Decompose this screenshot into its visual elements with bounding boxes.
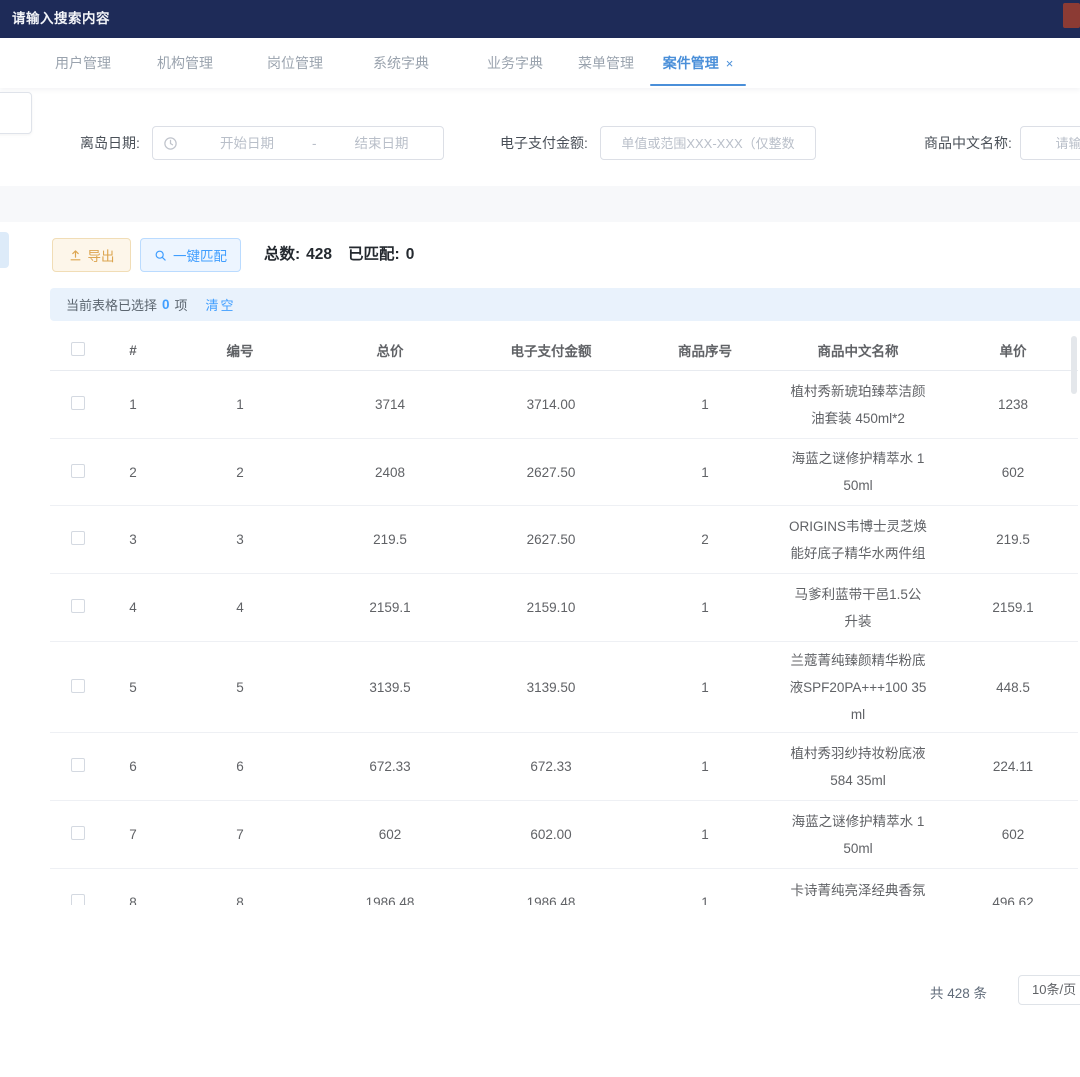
product-name: 卡诗菁纯亮泽经典香氛 — [788, 877, 928, 904]
table-row: 5 5 3139.5 3139.50 1 兰蔻菁纯臻颜精华粉底液SPF20PA+… — [50, 642, 1078, 733]
tab-menu-management[interactable]: 菜单管理 — [578, 38, 634, 88]
header-price: 单价 — [948, 340, 1078, 360]
top-navbar: 请输入搜索内容 — [0, 0, 1080, 38]
tab-case-management[interactable]: 案件管理 × — [650, 38, 746, 88]
detached-panel-fragment — [0, 92, 32, 134]
tab-user-management[interactable]: 用户管理 — [55, 38, 111, 88]
global-search-input[interactable]: 请输入搜索内容 — [12, 7, 110, 27]
row-checkbox[interactable] — [71, 679, 85, 693]
page-size-select[interactable]: 10条/页 — [1018, 975, 1080, 1005]
row-checkbox[interactable] — [71, 464, 85, 478]
epay-amount-field-wrap — [600, 126, 816, 160]
product-name-label: 商品中文名称: — [924, 133, 1012, 153]
export-icon — [69, 249, 82, 262]
matched-label: 已匹配: — [348, 246, 400, 263]
tab-case-management-label: 案件管理 — [663, 55, 719, 71]
date-separator: - — [308, 136, 321, 151]
end-date-input[interactable] — [321, 135, 443, 152]
search-icon — [154, 249, 167, 262]
tab-system-dict[interactable]: 系统字典 — [373, 38, 429, 88]
table-scrollbar[interactable] — [1071, 336, 1077, 394]
section-divider-band — [0, 186, 1080, 222]
active-tab-underline — [650, 84, 746, 86]
date-range-picker[interactable]: - — [152, 126, 444, 160]
row-checkbox[interactable] — [71, 758, 85, 772]
product-name: 植村秀新琥珀臻萃洁颜油套装 450ml*2 — [788, 378, 928, 432]
header-epay: 电子支付金额 — [460, 340, 642, 360]
tab-post-management[interactable]: 岗位管理 — [267, 38, 323, 88]
header-seq: 商品序号 — [642, 340, 768, 360]
export-button[interactable]: 导出 — [52, 238, 131, 272]
selection-info-bar: 当前表格已选择 0 项 清空 — [50, 288, 1080, 321]
tab-business-dict[interactable]: 业务字典 — [487, 38, 543, 88]
selection-suffix: 项 — [175, 295, 188, 314]
row-checkbox[interactable] — [71, 396, 85, 410]
epay-amount-input[interactable] — [601, 127, 815, 159]
count-summary: 总数: 428 已匹配: 0 — [264, 238, 420, 272]
tab-org-management[interactable]: 机构管理 — [157, 38, 213, 88]
header-code: 编号 — [160, 340, 320, 360]
row-checkbox[interactable] — [71, 599, 85, 613]
page-size-value: 10条/页 — [1032, 982, 1076, 997]
row-checkbox[interactable] — [71, 894, 85, 905]
selection-prefix: 当前表格已选择 — [66, 295, 157, 314]
user-badge[interactable] — [1063, 3, 1080, 28]
row-checkbox[interactable] — [71, 826, 85, 840]
start-date-input[interactable] — [186, 135, 308, 152]
select-all-checkbox[interactable] — [71, 342, 85, 356]
product-name: 海蓝之谜修护精萃水 150ml — [788, 808, 928, 862]
header-checkbox-cell — [50, 342, 106, 359]
product-name: 植村秀羽纱持妆粉底液 584 35ml — [788, 740, 928, 794]
selection-count: 0 — [162, 297, 170, 312]
total-value: 428 — [306, 246, 332, 263]
header-name: 商品中文名称 — [768, 340, 948, 360]
export-button-label: 导出 — [88, 245, 115, 265]
depart-date-label: 离岛日期: — [80, 133, 140, 153]
epay-amount-label: 电子支付金额: — [500, 133, 588, 153]
product-name: 兰蔻菁纯臻颜精华粉底液SPF20PA+++100 35ml — [788, 647, 928, 728]
header-total: 总价 — [320, 340, 460, 360]
pagination-total: 共 428 条 — [930, 982, 987, 1002]
clear-selection-link[interactable]: 清空 — [206, 295, 236, 314]
one-click-match-label: 一键匹配 — [173, 245, 227, 265]
product-name: 马爹利蓝带干邑1.5公升装 — [788, 581, 928, 635]
table-row: 4 4 2159.1 2159.10 1 马爹利蓝带干邑1.5公升装 2159.… — [50, 574, 1078, 642]
table-row: 1 1 3714 3714.00 1 植村秀新琥珀臻萃洁颜油套装 450ml*2… — [50, 371, 1078, 439]
table-row: 7 7 602 602.00 1 海蓝之谜修护精萃水 150ml 602 — [50, 801, 1078, 869]
table-row: 3 3 219.5 2627.50 2 ORIGINS韦博士灵芝焕能好底子精华水… — [50, 506, 1078, 574]
table-row: 2 2 2408 2627.50 1 海蓝之谜修护精萃水 150ml 602 — [50, 439, 1078, 506]
product-name-input[interactable] — [1021, 127, 1080, 159]
left-edge-fragment — [0, 232, 9, 268]
product-name: 海蓝之谜修护精萃水 150ml — [788, 445, 928, 499]
header-index: # — [106, 343, 160, 358]
matched-value: 0 — [406, 246, 415, 263]
product-name-field-wrap — [1020, 126, 1080, 160]
table-header-row: # 编号 总价 电子支付金额 商品序号 商品中文名称 单价 — [50, 330, 1078, 371]
product-name: ORIGINS韦博士灵芝焕能好底子精华水两件组 — [788, 513, 928, 567]
row-checkbox[interactable] — [71, 531, 85, 545]
one-click-match-button[interactable]: 一键匹配 — [140, 238, 241, 272]
total-label: 总数: — [264, 246, 300, 263]
table-row: 6 6 672.33 672.33 1 植村秀羽纱持妆粉底液 584 35ml … — [50, 733, 1078, 801]
tab-bar: 用户管理 机构管理 岗位管理 系统字典 业务字典 菜单管理 案件管理 × — [0, 38, 1080, 88]
table-row: 8 8 1986.48 1986.48 1 卡诗菁纯亮泽经典香氛 496.62 — [50, 869, 1078, 905]
case-table: # 编号 总价 电子支付金额 商品序号 商品中文名称 单价 1 1 3714 3… — [50, 330, 1078, 905]
close-tab-icon[interactable]: × — [726, 56, 734, 71]
clock-icon — [163, 136, 178, 151]
